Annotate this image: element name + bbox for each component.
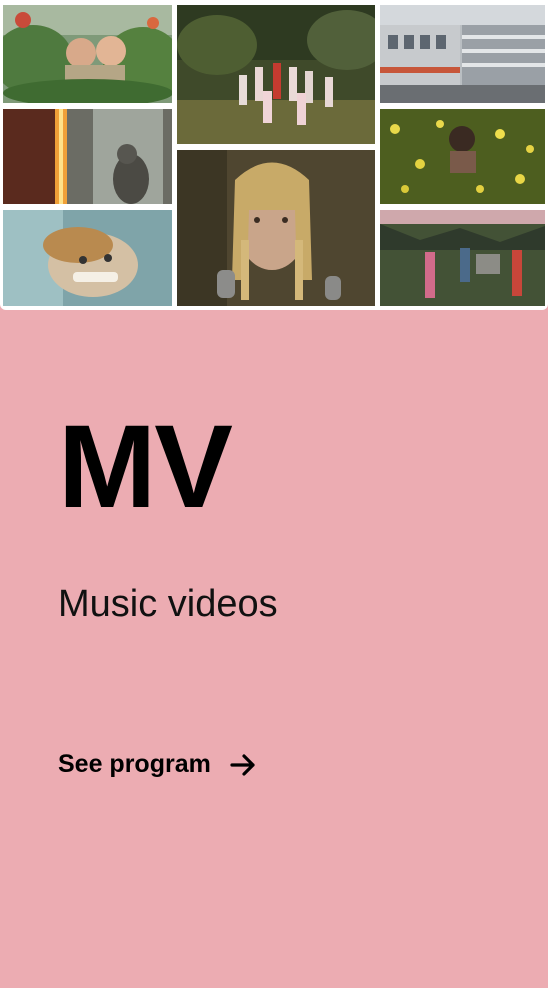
thumb-smiling-face[interactable] (3, 210, 172, 306)
thumb-mountain-dancers[interactable] (380, 210, 545, 306)
thumb-building-glitch[interactable] (380, 5, 545, 103)
arrow-right-icon (230, 753, 255, 776)
thumb-singer-microphone[interactable] (177, 150, 375, 306)
see-program-link[interactable]: See program (58, 750, 257, 779)
thumb-burning-window[interactable] (3, 109, 172, 204)
see-program-label: See program (58, 750, 211, 778)
thumb-forest-circle[interactable] (177, 5, 375, 144)
thumb-couple-jungle[interactable] (3, 5, 172, 103)
video-thumbnail-collage (0, 0, 548, 310)
section-subtitle: Music videos (58, 583, 278, 625)
section-title: MV (58, 401, 233, 533)
thumb-yellow-flowers[interactable] (380, 109, 545, 204)
